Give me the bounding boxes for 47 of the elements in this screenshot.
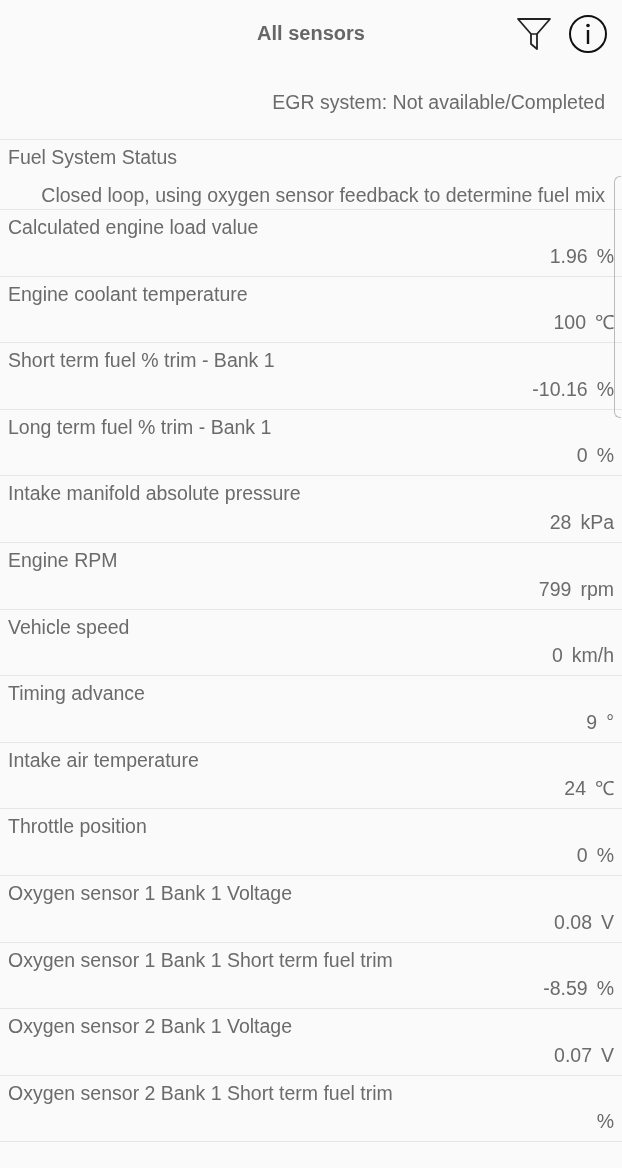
- sensor-value: 0: [576, 842, 588, 867]
- sensor-value: 9: [586, 709, 598, 734]
- sensor-value: 1.96: [549, 243, 588, 268]
- sensor-unit: %: [596, 376, 614, 401]
- screen-title: All sensors: [257, 21, 365, 45]
- sensor-name: Calculated engine load value: [8, 215, 259, 239]
- sensor-name: Oxygen sensor 1 Bank 1 Short term fuel trim: [8, 947, 393, 972]
- sensor-value: Closed loop, using oxygen sensor feedback to determine fuel mix: [40, 183, 605, 207]
- sensor-value: 0: [551, 643, 563, 668]
- sensor-name: Long term fuel % trim - Bank 1: [8, 414, 272, 439]
- info-icon[interactable]: [568, 14, 608, 54]
- sensor-value: -8.59: [543, 976, 588, 1001]
- sensor-unit: kPa: [580, 509, 614, 534]
- sensor-unit: rpm: [580, 576, 614, 601]
- sensor-name: Throttle position: [8, 814, 147, 839]
- sensor-name: Timing advance: [8, 681, 145, 706]
- sensor-value: 0.08: [554, 909, 592, 934]
- sensor-value: 0: [576, 443, 588, 468]
- sensor-unit: °: [606, 709, 614, 734]
- sensor-name: Engine RPM: [8, 547, 118, 572]
- sensor-value: 100: [553, 310, 586, 335]
- sensor-value: -10.16: [532, 376, 588, 401]
- sensor-value: 799: [538, 576, 572, 601]
- sensor-unit: %: [596, 976, 614, 1001]
- sensor-value: EGR system: Not available/Completed: [271, 90, 605, 114]
- sensor-name: Oxygen sensor 2 Bank 1 Short term fuel trim: [8, 1080, 393, 1105]
- sensor-unit: ℃: [595, 776, 614, 801]
- sensor-unit: V: [601, 909, 614, 934]
- sensor-name: Short term fuel % trim - Bank 1: [8, 348, 275, 373]
- sensor-value: 24: [564, 776, 586, 801]
- sensor-unit: ℃: [595, 310, 614, 335]
- sensor-name: Oxygen sensor 1 Bank 1 Voltage: [8, 880, 293, 905]
- sensor-value: 0.07: [554, 1042, 592, 1067]
- sensor-unit: km/h: [571, 643, 614, 668]
- sensor-unit: %: [596, 443, 614, 468]
- sensor-name: Engine coolant temperature: [8, 281, 248, 306]
- sensor-name: Intake air temperature: [8, 747, 199, 772]
- sensor-name: Oxygen sensor 2 Bank 1 Voltage: [8, 1014, 293, 1039]
- filter-icon[interactable]: [516, 16, 552, 52]
- sensor-unit: %: [596, 1109, 614, 1134]
- sensor-unit: %: [596, 243, 614, 268]
- sensor-name: Intake manifold absolute pressure: [8, 481, 301, 506]
- sensor-name: Fuel System Status: [8, 145, 178, 169]
- sensor-unit: V: [601, 1042, 614, 1067]
- sensor-value: 28: [549, 509, 572, 534]
- sensor-unit: %: [596, 842, 614, 867]
- sensor-name: Vehicle speed: [8, 614, 130, 639]
